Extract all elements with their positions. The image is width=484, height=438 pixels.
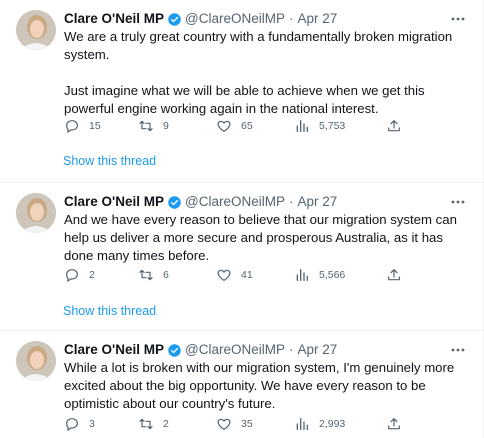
action-bar: 3 2 35 2,993 [60, 414, 410, 434]
show-thread-link[interactable]: Show this thread [63, 302, 156, 320]
like-icon [217, 120, 231, 132]
author-name[interactable]: Clare O'Neil MP [64, 9, 164, 29]
reply-count: 3 [89, 418, 95, 430]
views-button[interactable]: 2,993 [294, 414, 345, 434]
more-icon[interactable] [449, 192, 467, 212]
separator: · [288, 342, 294, 357]
reply-count: 15 [89, 120, 101, 132]
tweet-header: Clare O'Neil MP @ClareONeilMP · Apr 27 [64, 340, 467, 360]
like-button[interactable]: 35 [216, 414, 253, 434]
views-count: 5,566 [319, 269, 346, 281]
avatar[interactable] [16, 10, 56, 50]
timeline: Clare O'Neil MP @ClareONeilMP · Apr 27 W… [0, 0, 484, 438]
share-button[interactable] [386, 265, 411, 285]
retweet-button[interactable]: 2 [138, 414, 169, 434]
retweet-button[interactable]: 9 [138, 116, 169, 136]
more-icon[interactable] [449, 340, 467, 360]
reply-icon [66, 120, 78, 134]
author-handle[interactable]: @ClareONeilMP [185, 9, 285, 29]
share-button[interactable] [386, 414, 411, 434]
reply-count: 2 [89, 269, 95, 281]
separator: · [288, 11, 294, 26]
views-button[interactable]: 5,566 [294, 265, 345, 285]
tweet-date[interactable]: Apr 27 [297, 9, 337, 29]
retweet-count: 2 [163, 418, 169, 430]
tweet-text: While a lot is broken with our migration… [64, 359, 467, 413]
views-icon [296, 269, 308, 281]
avatar[interactable] [16, 341, 56, 381]
tweet-paragraph: We are a truly great country with a fund… [64, 29, 453, 62]
show-thread-link[interactable]: Show this thread [63, 152, 156, 170]
action-bar: 2 6 41 5,566 [60, 265, 410, 285]
separator: · [288, 194, 294, 209]
reply-button[interactable]: 15 [64, 116, 101, 136]
tweet-paragraph: While a lot is broken with our migration… [64, 360, 455, 411]
author-handle[interactable]: @ClareONeilMP [185, 340, 285, 360]
action-bar: 15 9 65 5,753 [60, 116, 410, 136]
like-count: 41 [241, 269, 253, 281]
retweet-count: 9 [163, 120, 169, 132]
tweet-text: We are a truly great country with a fund… [64, 28, 467, 118]
retweet-icon [139, 418, 153, 430]
views-count: 5,753 [319, 120, 346, 132]
retweet-button[interactable]: 6 [138, 265, 169, 285]
author-handle[interactable]: @ClareONeilMP [185, 192, 285, 212]
reply-button[interactable]: 3 [64, 414, 95, 434]
tweet-paragraph: And we have every reason to believe that… [64, 212, 457, 263]
tweet[interactable]: Clare O'Neil MP @ClareONeilMP · Apr 27 W… [0, 331, 483, 438]
avatar[interactable] [16, 193, 56, 233]
share-button[interactable] [386, 116, 411, 136]
retweet-icon [139, 120, 153, 132]
like-count: 35 [241, 418, 253, 430]
reply-icon [66, 418, 78, 432]
views-icon [296, 120, 308, 132]
share-icon [388, 269, 400, 281]
tweet-date[interactable]: Apr 27 [297, 192, 337, 212]
share-icon [388, 418, 400, 430]
verified-badge-icon [167, 195, 182, 210]
like-count: 65 [241, 120, 253, 132]
retweet-icon [139, 269, 153, 281]
tweet-date[interactable]: Apr 27 [297, 340, 337, 360]
views-button[interactable]: 5,753 [294, 116, 345, 136]
tweet-paragraph: Just imagine what we will be able to ach… [64, 83, 425, 116]
reply-button[interactable]: 2 [64, 265, 95, 285]
tweet[interactable]: Clare O'Neil MP @ClareONeilMP · Apr 27 W… [0, 0, 483, 183]
retweet-count: 6 [163, 269, 169, 281]
like-button[interactable]: 41 [216, 265, 253, 285]
views-count: 2,993 [319, 418, 346, 430]
like-icon [217, 418, 231, 430]
like-button[interactable]: 65 [216, 116, 253, 136]
reply-icon [66, 269, 78, 283]
views-icon [296, 418, 308, 430]
author-name[interactable]: Clare O'Neil MP [64, 192, 164, 212]
tweet-header: Clare O'Neil MP @ClareONeilMP · Apr 27 [64, 9, 467, 29]
tweet-header: Clare O'Neil MP @ClareONeilMP · Apr 27 [64, 192, 467, 212]
verified-badge-icon [167, 343, 182, 358]
more-icon[interactable] [449, 9, 467, 29]
tweet-text: And we have every reason to believe that… [64, 211, 467, 265]
share-icon [388, 120, 400, 132]
author-name[interactable]: Clare O'Neil MP [64, 340, 164, 360]
tweet[interactable]: Clare O'Neil MP @ClareONeilMP · Apr 27 A… [0, 183, 483, 331]
like-icon [217, 269, 231, 281]
verified-badge-icon [167, 12, 182, 27]
